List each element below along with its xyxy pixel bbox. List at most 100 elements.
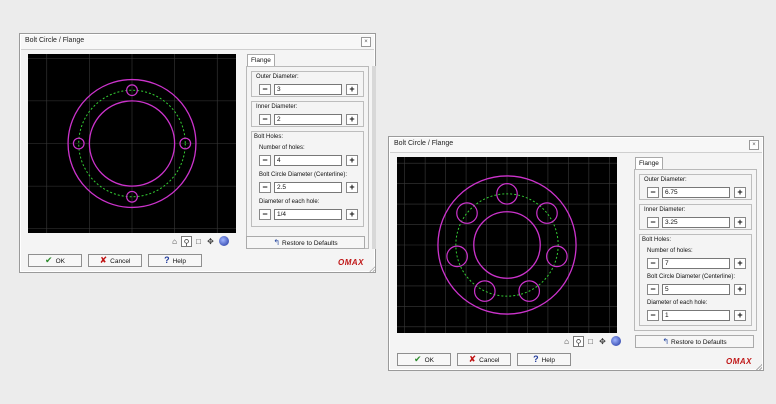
- number-of-holes-label: Number of holes:: [647, 248, 693, 254]
- inner-diameter-input[interactable]: 3.25: [662, 217, 730, 228]
- outer-diameter-input[interactable]: 6.75: [662, 187, 730, 198]
- bcd-plus-button[interactable]: +: [346, 182, 358, 193]
- zoom-box-icon[interactable]: □: [585, 336, 596, 347]
- checkmark-icon: ✔: [45, 255, 53, 265]
- ok-label: OK: [55, 258, 65, 265]
- inner-diameter-group: Inner Diameter: − 3.25 +: [639, 204, 752, 230]
- ok-button[interactable]: ✔ OK: [28, 254, 82, 267]
- bolt-circle-diameter-input[interactable]: 5: [662, 284, 730, 295]
- undo-arrow-icon: ↰: [273, 238, 281, 247]
- bcd-minus-button[interactable]: −: [259, 182, 271, 193]
- outer-diameter-minus-button[interactable]: −: [647, 187, 659, 198]
- select-icon[interactable]: ⌂: [561, 336, 572, 347]
- panel-scrollbar[interactable]: [372, 66, 376, 249]
- omax-logo: OMAX: [338, 258, 364, 267]
- holes-plus-button[interactable]: +: [734, 258, 746, 269]
- bolt-holes-label: Bolt Holes:: [254, 134, 284, 140]
- bolt-hole: [473, 280, 496, 302]
- title-bar[interactable]: Bolt Circle / Flange ×: [390, 138, 762, 153]
- resize-grip[interactable]: [369, 266, 375, 272]
- cancel-button[interactable]: ✘ Cancel: [88, 254, 142, 267]
- hole-diameter-label: Diameter of each hole:: [259, 199, 320, 205]
- hole-diameter-label: Diameter of each hole:: [647, 300, 708, 306]
- flange-preview: [28, 54, 236, 233]
- hole-diameter-minus-button[interactable]: −: [647, 310, 659, 321]
- zoom-icon[interactable]: ⚲: [573, 336, 584, 347]
- outer-diameter-group: Outer Diameter: − 6.75 +: [639, 174, 752, 200]
- restore-defaults-button[interactable]: ↰ Restore to Defaults: [635, 335, 754, 348]
- resize-grip[interactable]: [756, 364, 762, 370]
- flange-panel: Outer Diameter: − 6.75 + Inner Diameter:…: [634, 169, 757, 331]
- bolt-holes-group: Bolt Holes: Number of holes: − 7 + Bolt …: [639, 234, 752, 326]
- preview-canvas[interactable]: [397, 157, 617, 333]
- hole-diameter-input[interactable]: 1/4: [274, 209, 342, 220]
- globe-icon[interactable]: [611, 336, 621, 346]
- pan-icon[interactable]: ✥: [597, 336, 608, 347]
- bolt-circle-diameter-label: Bolt Circle Diameter (Centerline):: [647, 274, 736, 280]
- dialog-title: Bolt Circle / Flange: [25, 37, 85, 44]
- inner-diameter-group: Inner Diameter: − 2 +: [251, 101, 364, 127]
- ok-label: OK: [424, 357, 434, 364]
- number-of-holes-input[interactable]: 7: [662, 258, 730, 269]
- flange-panel: Outer Diameter: − 3 + Inner Diameter: − …: [246, 66, 369, 249]
- outer-diameter-label: Outer Diameter:: [644, 177, 687, 183]
- help-question-icon: ?: [533, 354, 539, 364]
- checkmark-icon: ✔: [414, 354, 422, 364]
- holes-minus-button[interactable]: −: [647, 258, 659, 269]
- inner-diameter-input[interactable]: 2: [274, 114, 342, 125]
- help-button[interactable]: ? Help: [517, 353, 571, 366]
- close-icon[interactable]: ×: [749, 140, 759, 150]
- bcd-minus-button[interactable]: −: [647, 284, 659, 295]
- inner-diameter-plus-button[interactable]: +: [346, 114, 358, 125]
- bolt-holes-group: Bolt Holes: Number of holes: − 4 + Bolt …: [251, 131, 364, 227]
- number-of-holes-input[interactable]: 4: [274, 155, 342, 166]
- undo-arrow-icon: ↰: [662, 337, 670, 346]
- omax-logo: OMAX: [726, 357, 752, 366]
- zoom-box-icon[interactable]: □: [193, 236, 204, 247]
- outer-diameter-label: Outer Diameter:: [256, 74, 299, 80]
- outer-diameter-plus-button[interactable]: +: [734, 187, 746, 198]
- bolt-hole: [546, 245, 568, 268]
- bcd-plus-button[interactable]: +: [734, 284, 746, 295]
- title-bar[interactable]: Bolt Circle / Flange ×: [21, 35, 374, 50]
- cancel-button[interactable]: ✘ Cancel: [457, 353, 511, 366]
- inner-diameter-minus-button[interactable]: −: [647, 217, 659, 228]
- outer-diameter-plus-button[interactable]: +: [346, 84, 358, 95]
- outer-diameter-minus-button[interactable]: −: [259, 84, 271, 95]
- hole-diameter-plus-button[interactable]: +: [346, 209, 358, 220]
- help-label: Help: [172, 258, 186, 265]
- holes-minus-button[interactable]: −: [259, 155, 271, 166]
- bolt-circle-diameter-label: Bolt Circle Diameter (Centerline):: [259, 172, 348, 178]
- hole-diameter-minus-button[interactable]: −: [259, 209, 271, 220]
- inner-diameter-plus-button[interactable]: +: [734, 217, 746, 228]
- help-question-icon: ?: [164, 255, 170, 265]
- close-icon[interactable]: ×: [361, 37, 371, 47]
- cancel-x-icon: ✘: [468, 354, 477, 364]
- holes-plus-button[interactable]: +: [346, 155, 358, 166]
- bolt-circle-dialog-2: Bolt Circle / Flange × ⌂ ⚲ □ ✥ Flange Ou…: [388, 136, 764, 371]
- select-icon[interactable]: ⌂: [169, 236, 180, 247]
- outer-diameter-input[interactable]: 3: [274, 84, 342, 95]
- help-label: Help: [541, 357, 555, 364]
- outer-diameter-group: Outer Diameter: − 3 +: [251, 71, 364, 97]
- inner-diameter-minus-button[interactable]: −: [259, 114, 271, 125]
- globe-icon[interactable]: [219, 236, 229, 246]
- cancel-label: Cancel: [110, 258, 131, 265]
- bolt-circle-diameter-input[interactable]: 2.5: [274, 182, 342, 193]
- bolt-hole: [536, 202, 558, 224]
- dialog-title: Bolt Circle / Flange: [394, 140, 454, 147]
- inner-diameter-label: Inner Diameter:: [644, 207, 686, 213]
- help-button[interactable]: ? Help: [148, 254, 202, 267]
- ok-button[interactable]: ✔ OK: [397, 353, 451, 366]
- hole-diameter-plus-button[interactable]: +: [734, 310, 746, 321]
- hole-diameter-input[interactable]: 1: [662, 310, 730, 321]
- cancel-label: Cancel: [479, 357, 500, 364]
- zoom-icon[interactable]: ⚲: [181, 236, 192, 247]
- inner-diameter-label: Inner Diameter:: [256, 104, 298, 110]
- restore-defaults-button[interactable]: ↰ Restore to Defaults: [246, 236, 365, 249]
- flange-preview: [397, 157, 617, 333]
- view-toolbar: ⌂ ⚲ □ ✥: [169, 236, 233, 248]
- restore-defaults-label: Restore to Defaults: [671, 339, 727, 346]
- preview-canvas[interactable]: [28, 54, 236, 233]
- pan-icon[interactable]: ✥: [205, 236, 216, 247]
